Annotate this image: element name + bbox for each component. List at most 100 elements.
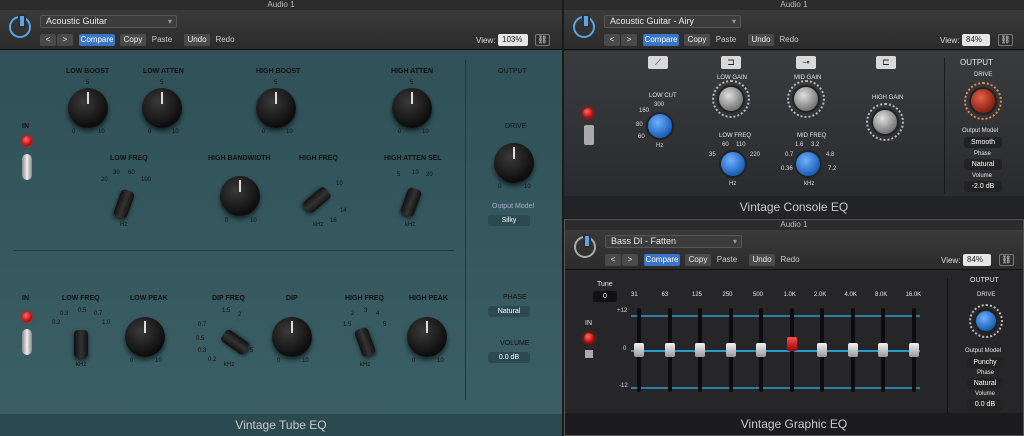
- scale-tick: 5: [160, 80, 164, 86]
- next-preset-button[interactable]: >: [621, 34, 637, 46]
- drive-label: DRIVE: [977, 292, 996, 298]
- fader-cap-250[interactable]: [725, 343, 736, 357]
- scale-tick: 0: [498, 184, 502, 190]
- band-label: 4.0K: [844, 292, 857, 298]
- link-icon[interactable]: ⛓: [535, 34, 550, 46]
- drive-knob[interactable]: [969, 87, 997, 115]
- band-label: 1.0K: [783, 292, 796, 298]
- power-icon[interactable]: [573, 14, 595, 38]
- low-freq-tick: 220: [750, 152, 761, 158]
- volume-value[interactable]: 0.0 dB: [488, 352, 530, 363]
- lower-low-freq-switch[interactable]: [74, 330, 88, 358]
- copy-button[interactable]: Copy: [120, 34, 146, 46]
- scale-tick: 5: [410, 80, 414, 86]
- high-shelf-button[interactable]: ⊏: [876, 56, 896, 69]
- scale-tick: 10: [437, 358, 444, 364]
- output-model-select[interactable]: Silky: [488, 215, 530, 226]
- in-led[interactable]: [22, 136, 32, 146]
- drive-knob[interactable]: [974, 309, 998, 333]
- low-atten-knob[interactable]: [142, 88, 182, 128]
- view-zoom-select[interactable]: 103%: [498, 34, 528, 46]
- in-led[interactable]: [583, 108, 593, 118]
- dip-label: DIP: [286, 295, 298, 302]
- fader-cap-31[interactable]: [634, 343, 644, 357]
- output-title: OUTPUT: [960, 58, 993, 67]
- scale-tick: 10: [302, 358, 309, 364]
- fader-cap-1.0K[interactable]: [786, 336, 797, 351]
- lower-high-freq-tick: 3: [364, 308, 368, 314]
- low-shelf-button[interactable]: ⊐: [721, 56, 741, 69]
- mid-gain-label: MID GAIN: [794, 75, 822, 81]
- undo-button[interactable]: Undo: [184, 34, 210, 46]
- redo-button[interactable]: Redo: [776, 34, 802, 46]
- lower-high-freq-tick: 4: [376, 311, 380, 317]
- low-cut-knob[interactable]: [646, 112, 674, 140]
- compare-button[interactable]: Compare: [643, 34, 679, 46]
- output-model-select[interactable]: Punchy: [967, 357, 1003, 368]
- mid-bell-button[interactable]: ⊸: [796, 56, 816, 69]
- low-atten-label: LOW ATTEN: [143, 68, 184, 75]
- low-cut-tick: 80: [636, 122, 643, 128]
- low-cut-shape-button[interactable]: ⟋: [648, 56, 668, 69]
- console-title: Audio 1: [564, 0, 1024, 10]
- dip-freq-tick: 0.3: [198, 348, 207, 354]
- preset-menu[interactable]: Acoustic Guitar - Airy ▾: [604, 15, 741, 28]
- volume-value[interactable]: -2.0 dB: [964, 181, 1002, 192]
- dip-freq-tick: 0.2: [208, 357, 217, 363]
- high-atten-knob[interactable]: [392, 88, 432, 128]
- view-zoom-select[interactable]: 84%: [962, 34, 990, 46]
- mid-freq-knob[interactable]: [794, 150, 822, 178]
- fader-cap-4.0K[interactable]: [847, 343, 858, 357]
- volume-label: Volume: [972, 173, 993, 179]
- copy-button[interactable]: Copy: [684, 34, 710, 46]
- scale-tick: 10: [155, 358, 162, 364]
- mid-gain-knob[interactable]: [792, 85, 820, 113]
- paste-button[interactable]: Paste: [712, 34, 740, 46]
- prev-preset-button[interactable]: <: [40, 34, 56, 46]
- high-bandwidth-knob[interactable]: [220, 176, 260, 216]
- power-icon[interactable]: [9, 14, 31, 38]
- high-gain-knob[interactable]: [871, 108, 899, 136]
- output-model-select[interactable]: Smooth: [964, 137, 1002, 148]
- lower-in-led[interactable]: [22, 312, 32, 322]
- low-gain-knob[interactable]: [717, 85, 745, 113]
- fader-cap-2.0K[interactable]: [817, 343, 827, 357]
- phase-select[interactable]: Natural: [967, 378, 1003, 389]
- fader-cap-500[interactable]: [756, 343, 766, 357]
- in-switch[interactable]: [584, 125, 594, 145]
- compare-button[interactable]: Compare: [79, 34, 115, 46]
- volume-label: Volume: [975, 391, 996, 397]
- low-boost-knob[interactable]: [68, 88, 108, 128]
- low-peak-knob[interactable]: [125, 317, 165, 357]
- fader-cap-125[interactable]: [695, 343, 705, 357]
- in-toggle[interactable]: [22, 154, 32, 180]
- high-boost-knob[interactable]: [256, 88, 296, 128]
- undo-button[interactable]: Undo: [748, 34, 774, 46]
- lower-in-toggle[interactable]: [22, 329, 32, 355]
- volume-value[interactable]: 0.0 dB: [967, 399, 1003, 410]
- fader-cap-16.0K[interactable]: [908, 343, 919, 357]
- band-label: 2.0K: [814, 292, 827, 298]
- scale-tick: 0: [130, 358, 134, 364]
- phase-select[interactable]: Natural: [488, 306, 530, 317]
- drive-knob[interactable]: [494, 143, 534, 183]
- low-freq-knob[interactable]: [719, 150, 747, 178]
- low-freq-tick: 60: [128, 170, 135, 176]
- fader-cap-63[interactable]: [664, 343, 675, 357]
- redo-button[interactable]: Redo: [212, 34, 238, 46]
- scale-tick: 0: [72, 129, 76, 135]
- khz-unit: kHz: [76, 362, 87, 368]
- fader-cap-8.0K[interactable]: [878, 343, 888, 357]
- high-peak-knob[interactable]: [407, 317, 447, 357]
- paste-button[interactable]: Paste: [148, 34, 176, 46]
- band-label: 63: [661, 292, 669, 298]
- dip-freq-tick: 0.5: [196, 336, 205, 342]
- prev-preset-button[interactable]: <: [604, 34, 620, 46]
- dip-freq-tick: 5: [250, 348, 254, 354]
- dip-knob[interactable]: [272, 317, 312, 357]
- phase-select[interactable]: Natural: [964, 159, 1002, 170]
- link-icon[interactable]: ⛓: [998, 34, 1013, 46]
- preset-menu[interactable]: Acoustic Guitar ▾: [40, 15, 177, 28]
- next-preset-button[interactable]: >: [57, 34, 73, 46]
- drive-label: DRIVE: [974, 72, 993, 78]
